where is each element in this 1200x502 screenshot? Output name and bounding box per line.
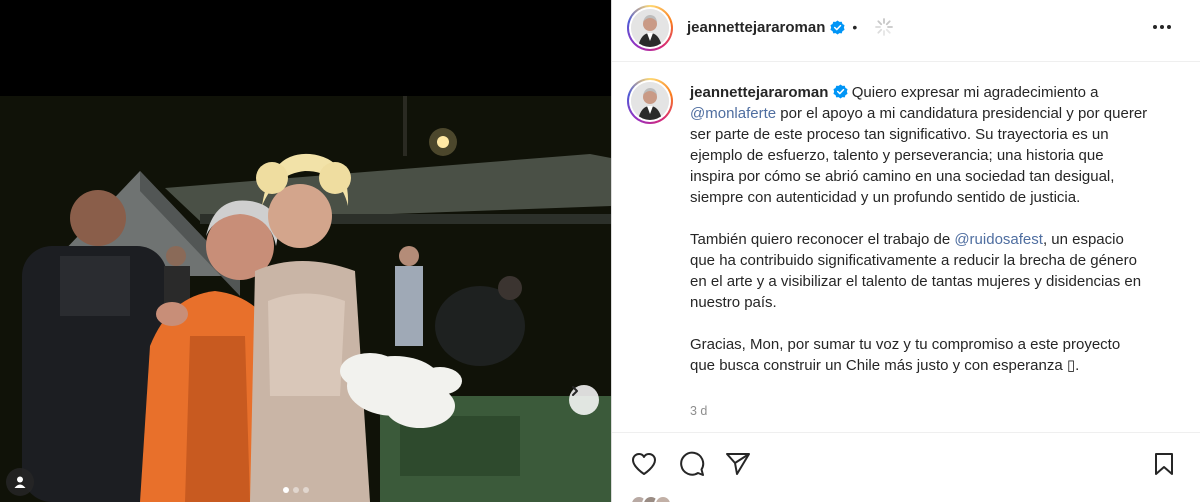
caption-paragraph: También quiero reconocer el trabajo de @… [690, 229, 1148, 313]
bookmark-icon [1155, 453, 1173, 475]
caption-username[interactable]: jeannettejararoman [690, 84, 828, 101]
avatar [631, 82, 669, 120]
chevron-right-icon [572, 386, 578, 396]
caption-text: Gracias, Mon, por sumar tu voz y tu comp… [690, 336, 1121, 374]
spinner-icon [875, 18, 894, 36]
like-button[interactable] [629, 449, 659, 479]
share-button[interactable] [723, 449, 753, 479]
heart-icon [632, 453, 656, 475]
comment-icon [680, 451, 705, 476]
caption-area: jeannettejararoman Quiero expresar mi ag… [612, 62, 1200, 432]
comment-button[interactable] [677, 449, 707, 479]
more-options-button[interactable] [1148, 13, 1176, 41]
post-header: jeannettejararoman • [612, 0, 1200, 62]
carousel-dot [293, 487, 299, 493]
post-side-panel: jeannettejararoman • jeannettejararoman … [611, 0, 1200, 502]
post-timestamp[interactable]: 3 d [690, 404, 707, 418]
mention-link[interactable]: @ruidosafest [954, 231, 1043, 248]
share-icon [726, 453, 750, 475]
tagged-users-button[interactable] [6, 468, 34, 496]
mention-link[interactable]: @monlaferte [690, 105, 776, 122]
caption-paragraph: jeannettejararoman Quiero expresar mi ag… [690, 82, 1148, 208]
header-username[interactable]: jeannettejararoman [687, 19, 825, 36]
caption-text: También quiero reconocer el trabajo de [690, 231, 955, 248]
avatar [631, 9, 669, 47]
avatar [654, 495, 672, 502]
post-media [0, 0, 611, 502]
verified-badge-icon [830, 19, 845, 35]
header-avatar[interactable] [627, 5, 673, 51]
caption-avatar[interactable] [627, 78, 673, 124]
save-button[interactable] [1149, 449, 1179, 479]
user-tag-icon [14, 476, 26, 488]
post-caption: jeannettejararoman Quiero expresar mi ag… [690, 82, 1148, 397]
header-separator: • [852, 19, 858, 35]
carousel-dot [283, 487, 289, 493]
carousel-indicator [283, 487, 309, 493]
liked-by-avatars[interactable] [630, 495, 672, 502]
more-options-icon [1153, 25, 1171, 29]
post-actions [612, 432, 1200, 502]
header-user: jeannettejararoman • [687, 17, 894, 37]
verified-badge-icon [833, 84, 848, 99]
carousel-dot [303, 487, 309, 493]
next-slide-button[interactable] [569, 385, 599, 415]
caption-paragraph: Gracias, Mon, por sumar tu voz y tu comp… [690, 334, 1148, 376]
caption-text: Quiero expresar mi agradecimiento a [851, 84, 1099, 101]
post-photo[interactable] [0, 96, 611, 502]
